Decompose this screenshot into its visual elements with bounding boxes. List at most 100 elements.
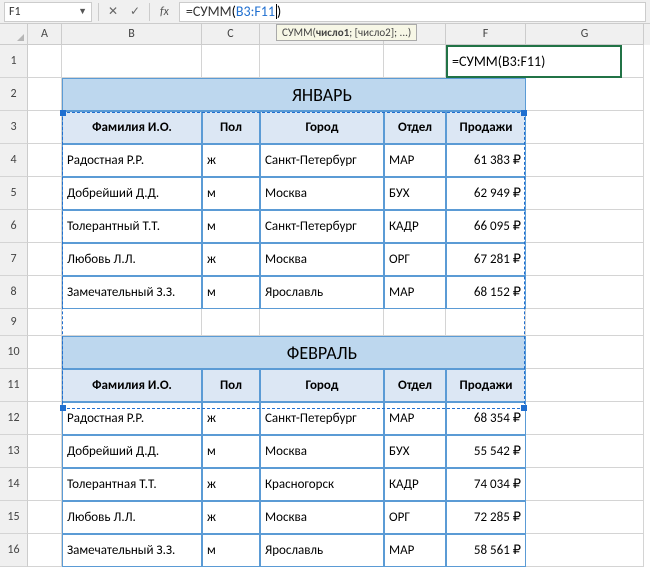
cell[interactable]: Радостная Р.Р. [62, 144, 202, 177]
cell[interactable]: Москва [260, 501, 384, 534]
cell[interactable] [526, 144, 644, 177]
cell[interactable]: Город [260, 369, 384, 402]
cell[interactable]: Любовь Л.Л. [62, 501, 202, 534]
cell[interactable] [28, 534, 62, 567]
cell[interactable]: 68 152 ₽ [446, 276, 526, 309]
cell[interactable]: Москва [260, 177, 384, 210]
cell[interactable]: ж [202, 144, 260, 177]
cell[interactable] [526, 210, 644, 243]
cell[interactable]: м [202, 210, 260, 243]
cell[interactable]: м [202, 276, 260, 309]
cell[interactable] [526, 78, 644, 111]
col-header[interactable]: C [202, 24, 260, 45]
cell[interactable] [28, 309, 62, 336]
cell[interactable]: м [202, 435, 260, 468]
cell[interactable] [446, 336, 526, 369]
cell[interactable] [526, 243, 644, 276]
fx-button[interactable]: fx [156, 5, 173, 19]
formula-input[interactable]: =СУММ(B3:F11) [179, 2, 646, 22]
cell[interactable]: МАР [384, 144, 446, 177]
row-header[interactable]: 14 [0, 468, 28, 501]
cell[interactable] [62, 336, 202, 369]
cell[interactable]: Ярославль [260, 534, 384, 567]
cell[interactable] [28, 210, 62, 243]
row-header[interactable]: 13 [0, 435, 28, 468]
cell[interactable] [28, 144, 62, 177]
cell[interactable]: Санкт-Петербург [260, 210, 384, 243]
cell[interactable]: КАДР [384, 468, 446, 501]
cell[interactable] [28, 45, 62, 78]
cell[interactable] [526, 435, 644, 468]
cell[interactable]: Фамилия И.О. [62, 369, 202, 402]
col-header[interactable]: G [526, 24, 644, 45]
cell[interactable] [28, 369, 62, 402]
cell[interactable]: 67 281 ₽ [446, 243, 526, 276]
cell[interactable] [526, 309, 644, 336]
cell[interactable] [202, 336, 260, 369]
cell[interactable]: Добрейший Д.Д. [62, 177, 202, 210]
row-header[interactable]: 8 [0, 276, 28, 309]
cell[interactable]: 66 095 ₽ [446, 210, 526, 243]
cell[interactable] [28, 276, 62, 309]
cell[interactable]: Добрейший Д.Д. [62, 435, 202, 468]
cell[interactable]: Пол [202, 111, 260, 144]
row-header[interactable]: 1 [0, 45, 28, 78]
cell[interactable] [446, 78, 526, 111]
cell[interactable]: м [202, 177, 260, 210]
cell[interactable]: м [202, 534, 260, 567]
row-header[interactable]: 6 [0, 210, 28, 243]
select-all-corner[interactable] [0, 24, 28, 45]
cell[interactable]: ОРГ [384, 501, 446, 534]
cell[interactable] [28, 501, 62, 534]
cell[interactable] [526, 177, 644, 210]
cell[interactable]: Замечательный З.З. [62, 276, 202, 309]
cell[interactable]: Любовь Л.Л. [62, 243, 202, 276]
cell[interactable] [62, 78, 202, 111]
row-header[interactable]: 10 [0, 336, 28, 369]
cell[interactable]: БУХ [384, 177, 446, 210]
col-header[interactable]: F [446, 24, 526, 45]
cell[interactable]: МАР [384, 534, 446, 567]
cell[interactable] [260, 309, 384, 336]
cell[interactable]: Ярославль [260, 276, 384, 309]
grid-body[interactable]: 12ЯНВАРЬ3Фамилия И.О.ПолГородОтделПродаж… [0, 45, 650, 567]
cell[interactable]: 58 561 ₽ [446, 534, 526, 567]
cell[interactable] [28, 402, 62, 435]
row-header[interactable]: 2 [0, 78, 28, 111]
name-box[interactable]: F1 ▼ [4, 2, 92, 22]
row-header[interactable]: 4 [0, 144, 28, 177]
cell[interactable]: Толерантная Т.Т. [62, 468, 202, 501]
cell[interactable]: Радостная Р.Р. [62, 402, 202, 435]
cell[interactable] [526, 402, 644, 435]
cell[interactable]: ж [202, 501, 260, 534]
cell[interactable]: 62 949 ₽ [446, 177, 526, 210]
row-header[interactable]: 9 [0, 309, 28, 336]
row-header[interactable]: 16 [0, 534, 28, 567]
cell[interactable] [202, 309, 260, 336]
cell[interactable] [28, 111, 62, 144]
cell[interactable]: ж [202, 243, 260, 276]
row-header[interactable]: 15 [0, 501, 28, 534]
cell[interactable] [62, 45, 202, 78]
row-header[interactable]: 7 [0, 243, 28, 276]
cell[interactable] [384, 336, 446, 369]
cell[interactable] [446, 309, 526, 336]
cell[interactable] [526, 534, 644, 567]
cancel-button[interactable]: ✕ [105, 4, 121, 20]
cell[interactable]: Продажи [446, 111, 526, 144]
cell[interactable] [384, 45, 446, 78]
cell[interactable]: 74 034 ₽ [446, 468, 526, 501]
cell[interactable]: Отдел [384, 111, 446, 144]
row-header[interactable]: 3 [0, 111, 28, 144]
cell[interactable] [384, 78, 446, 111]
chevron-down-icon[interactable]: ▼ [78, 6, 87, 17]
cell[interactable] [384, 309, 446, 336]
cell[interactable] [260, 45, 384, 78]
col-header[interactable]: B [62, 24, 202, 45]
cell[interactable]: Фамилия И.О. [62, 111, 202, 144]
cell[interactable]: Город [260, 111, 384, 144]
cell[interactable] [202, 78, 260, 111]
cell[interactable] [526, 369, 644, 402]
col-header[interactable]: A [28, 24, 62, 45]
row-header[interactable]: 11 [0, 369, 28, 402]
